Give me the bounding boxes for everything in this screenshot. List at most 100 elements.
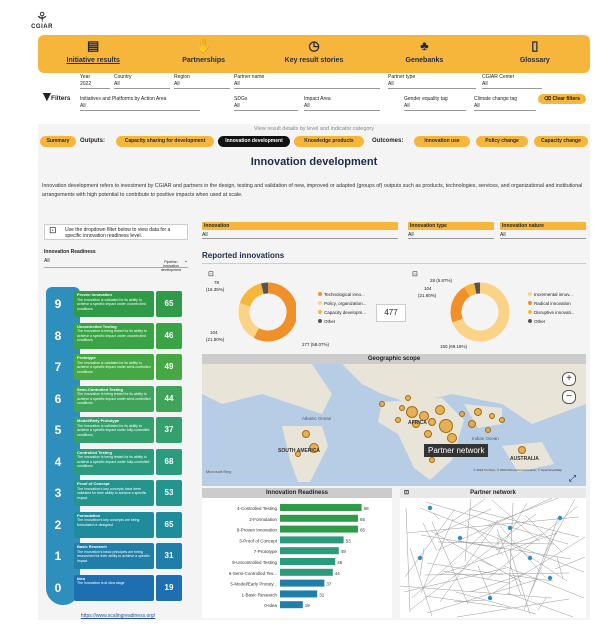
- partner-network-graph[interactable]: [399, 497, 586, 618]
- donut-slice[interactable]: [253, 282, 298, 342]
- bar[interactable]: [280, 558, 336, 565]
- filter-impact-area[interactable]: Impact Area All: [304, 96, 380, 111]
- readiness-level-2[interactable]: 2 Formulation The innovation's key concept…: [44, 510, 184, 540]
- innovation-type-filter[interactable]: Innovation type All: [408, 222, 494, 239]
- bar[interactable]: [280, 525, 358, 533]
- bar-category-label: 3-Proof of Concept: [239, 538, 278, 543]
- chart-title: Innovation Readiness: [202, 488, 392, 498]
- tab-policy-change[interactable]: Policy change: [476, 136, 528, 147]
- map-bubble[interactable]: [459, 411, 465, 417]
- donut-slice[interactable]: [450, 287, 471, 323]
- map-bubble[interactable]: [429, 457, 435, 463]
- tab-innovation-development[interactable]: Innovation development: [218, 136, 290, 147]
- readiness-level-6[interactable]: 6 Semi-Controlled Testing The innovation i…: [44, 384, 184, 414]
- network-node[interactable]: [547, 575, 553, 581]
- readiness-level-0[interactable]: 0 Idea The innovation is at idea stage 19: [44, 573, 184, 603]
- level-number: 0: [54, 580, 62, 595]
- map-bubble[interactable]: [439, 419, 453, 433]
- zoom-in-button[interactable]: +: [562, 372, 576, 386]
- map-bubble[interactable]: [468, 420, 476, 428]
- filter-year[interactable]: Year 2022: [80, 74, 110, 89]
- map-bubble[interactable]: [302, 430, 310, 438]
- bar[interactable]: [280, 601, 303, 609]
- network-node[interactable]: [417, 555, 423, 561]
- network-node[interactable]: [557, 515, 563, 521]
- bar[interactable]: [280, 590, 318, 598]
- map-bubble[interactable]: [489, 413, 495, 419]
- map-bubble[interactable]: [379, 401, 385, 407]
- network-node[interactable]: [507, 525, 513, 531]
- nav-glossary[interactable]: ▯ Glossary: [480, 35, 590, 73]
- donut-slice[interactable]: [239, 283, 265, 307]
- bar[interactable]: [280, 568, 333, 576]
- cgiar-logo[interactable]: ⚘ CGIAR: [22, 10, 62, 34]
- filter-sdgs[interactable]: SDGs All: [234, 96, 298, 111]
- network-node[interactable]: [487, 595, 493, 601]
- nav-genebanks[interactable]: ♣ Genebanks: [369, 35, 479, 73]
- map-bubble[interactable]: [518, 446, 526, 454]
- info-box-icon: ⊡: [49, 225, 57, 235]
- donut-slice[interactable]: [261, 282, 269, 295]
- nav-key-result-stories[interactable]: ◷ Key result stories: [259, 35, 369, 73]
- level-number: 9: [54, 297, 62, 311]
- map-bubble[interactable]: [474, 408, 482, 416]
- world-map[interactable]: Atlantic Ocean AFRICA SOUTH AMERICA AUST…: [202, 364, 586, 486]
- network-edge: [506, 592, 574, 618]
- map-bubble[interactable]: [428, 418, 436, 426]
- map-bubble[interactable]: [399, 405, 405, 411]
- filter-gender-tag[interactable]: Gender equality tag All: [404, 96, 466, 111]
- network-node[interactable]: [527, 555, 533, 561]
- bar[interactable]: [280, 504, 362, 511]
- bar[interactable]: [280, 536, 344, 544]
- expand-icon[interactable]: ⤢: [569, 473, 576, 484]
- map-bubble[interactable]: [447, 433, 457, 443]
- scaling-readiness-link[interactable]: https://www.scalingreadiness.org/: [58, 613, 178, 619]
- readiness-level-8[interactable]: 8 Uncontrolled Testing The innovation is b…: [44, 321, 184, 351]
- innovation-nature-filter[interactable]: Innovation nature All: [500, 222, 586, 239]
- map-bubble[interactable]: [424, 430, 432, 438]
- readiness-level-1[interactable]: 1 Basic Research The innovation's basic pr…: [44, 541, 184, 571]
- readiness-level-7[interactable]: 7 Prototype The innovation is validated fo…: [44, 352, 184, 382]
- focus-icon[interactable]: ⊡: [412, 270, 418, 278]
- clear-filters-button[interactable]: ⌫ Clear filters: [538, 94, 586, 104]
- readiness-level-9[interactable]: 9 Proven Innovation The innovation is vali…: [44, 289, 184, 319]
- map-bubble[interactable]: [435, 405, 445, 415]
- filter-region[interactable]: Region All: [174, 74, 230, 89]
- donut-slice[interactable]: [464, 283, 477, 297]
- readiness-level-4[interactable]: 4 Controlled Testing The innovation is bei…: [44, 447, 184, 477]
- filter-partner-name[interactable]: Partner name All: [234, 74, 380, 89]
- tab-capacity-sharing[interactable]: Capacity sharing for development: [116, 136, 214, 147]
- readiness-level-5[interactable]: 5 Model/Early Prototype The innovation is …: [44, 415, 184, 445]
- map-bubble[interactable]: [499, 417, 505, 423]
- filter-climate-tag[interactable]: Climate change tag All: [474, 96, 536, 111]
- bar[interactable]: [280, 547, 339, 555]
- filter-cgiar-center[interactable]: CGIAR Center All: [482, 74, 542, 89]
- bar[interactable]: [280, 514, 358, 522]
- readiness-level-3[interactable]: 3 Proof of Concept The innovation's key co…: [44, 478, 184, 508]
- map-bubble[interactable]: [405, 395, 411, 401]
- tab-summary[interactable]: Summary: [40, 136, 76, 147]
- tab-capacity-change[interactable]: Capacity change: [534, 136, 588, 147]
- map-bubble[interactable]: [485, 427, 491, 433]
- tab-knowledge-products[interactable]: Knowledge products: [294, 136, 364, 147]
- filter-country[interactable]: Country All: [114, 74, 170, 89]
- tab-innovation-use[interactable]: Innovation use: [414, 136, 470, 147]
- filter-initiatives[interactable]: Initiatives and Platforms by Action Area…: [80, 96, 200, 111]
- bar[interactable]: [280, 579, 325, 587]
- donut-slice[interactable]: [238, 303, 260, 338]
- nav-partnerships[interactable]: ✋ Partnerships: [148, 35, 258, 73]
- network-edge: [456, 598, 570, 618]
- network-edge: [466, 520, 504, 556]
- network-node[interactable]: [457, 535, 463, 541]
- filter-partner-type[interactable]: Partner type All: [388, 74, 476, 89]
- network-node[interactable]: [427, 505, 433, 511]
- focus-icon[interactable]: ⊡: [404, 488, 409, 498]
- zoom-out-button[interactable]: −: [562, 390, 576, 404]
- focus-icon[interactable]: ⊡: [208, 270, 214, 278]
- map-bubble[interactable]: [406, 406, 418, 418]
- nav-initiative-results[interactable]: ▤ Initiative results: [38, 35, 148, 73]
- level-count: 46: [156, 322, 182, 349]
- map-bubble[interactable]: [395, 417, 401, 423]
- bar-value-label: 31: [319, 592, 325, 597]
- innovation-filter[interactable]: Innovation All: [202, 222, 398, 239]
